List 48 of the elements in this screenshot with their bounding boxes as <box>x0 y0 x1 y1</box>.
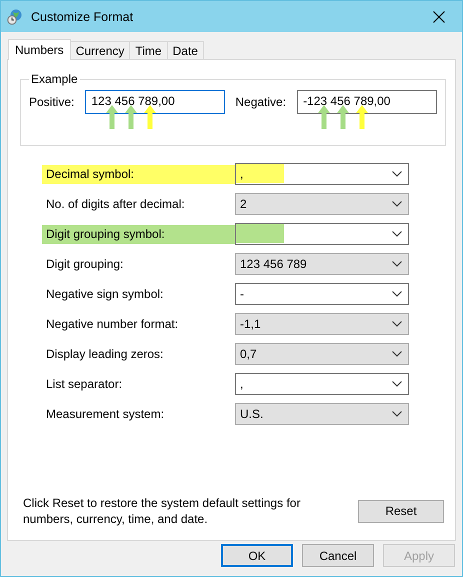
setting-label: Digit grouping: <box>45 256 124 273</box>
tab[interactable]: Numbers <box>8 39 71 60</box>
arrow-icon <box>125 105 138 129</box>
arrow-icon <box>144 105 156 129</box>
dropdown[interactable]: -1,1 <box>235 313 409 335</box>
arrow-icon <box>318 105 330 129</box>
caret-icon <box>392 231 402 237</box>
example-field[interactable]: 123 456 789,00 <box>85 90 226 114</box>
combo-box[interactable]: , <box>235 163 409 185</box>
globe-clock-icon <box>7 8 23 24</box>
caret-icon <box>392 411 402 417</box>
dropdown[interactable]: U.S. <box>235 403 409 425</box>
setting-label: Negative sign symbol: <box>45 286 164 303</box>
field-label: Negative: <box>235 95 286 109</box>
window-title: Customize Format <box>31 10 134 24</box>
combo-box[interactable] <box>235 223 409 245</box>
group-title: Example <box>30 72 79 86</box>
arrow-icon <box>356 105 368 129</box>
field-label: Positive: <box>29 95 74 109</box>
caret-icon <box>392 351 402 357</box>
dropdown[interactable]: 2 <box>235 193 409 215</box>
setting-label: Measurement system: <box>45 406 166 423</box>
dropdown[interactable]: 123 456 789 <box>235 253 409 275</box>
setting-label: Digit grouping symbol: <box>42 224 235 244</box>
reset-note: Click Reset to restore the system default settings for numbers, currency, time, and date. <box>23 495 302 527</box>
tab[interactable]: Date <box>166 41 204 59</box>
combo-box[interactable]: , <box>235 373 409 395</box>
combo-box[interactable]: - <box>235 283 409 305</box>
arrow-icon <box>106 105 118 129</box>
setting-label: Negative number format: <box>45 316 180 333</box>
tab[interactable]: Currency <box>70 41 130 59</box>
setting-label: List separator: <box>45 376 124 393</box>
setting-label: No. of digits after decimal: <box>45 196 186 213</box>
dialog-button[interactable]: Cancel <box>302 544 374 567</box>
arrow-icon <box>337 105 350 129</box>
reset-button[interactable]: Reset <box>358 500 444 522</box>
example-field[interactable]: -123 456 789,00 <box>297 90 438 114</box>
dialog-button[interactable]: OK <box>221 544 293 567</box>
setting-label: Decimal symbol: <box>42 164 235 184</box>
caret-icon <box>392 261 402 267</box>
setting-label: Display leading zeros: <box>45 346 164 363</box>
dropdown[interactable]: 0,7 <box>235 343 409 365</box>
caret-icon <box>392 171 402 177</box>
caret-icon <box>392 381 402 387</box>
close-icon <box>433 10 445 22</box>
caret-icon <box>392 291 402 297</box>
caret-icon <box>392 201 402 207</box>
caret-icon <box>392 321 402 327</box>
